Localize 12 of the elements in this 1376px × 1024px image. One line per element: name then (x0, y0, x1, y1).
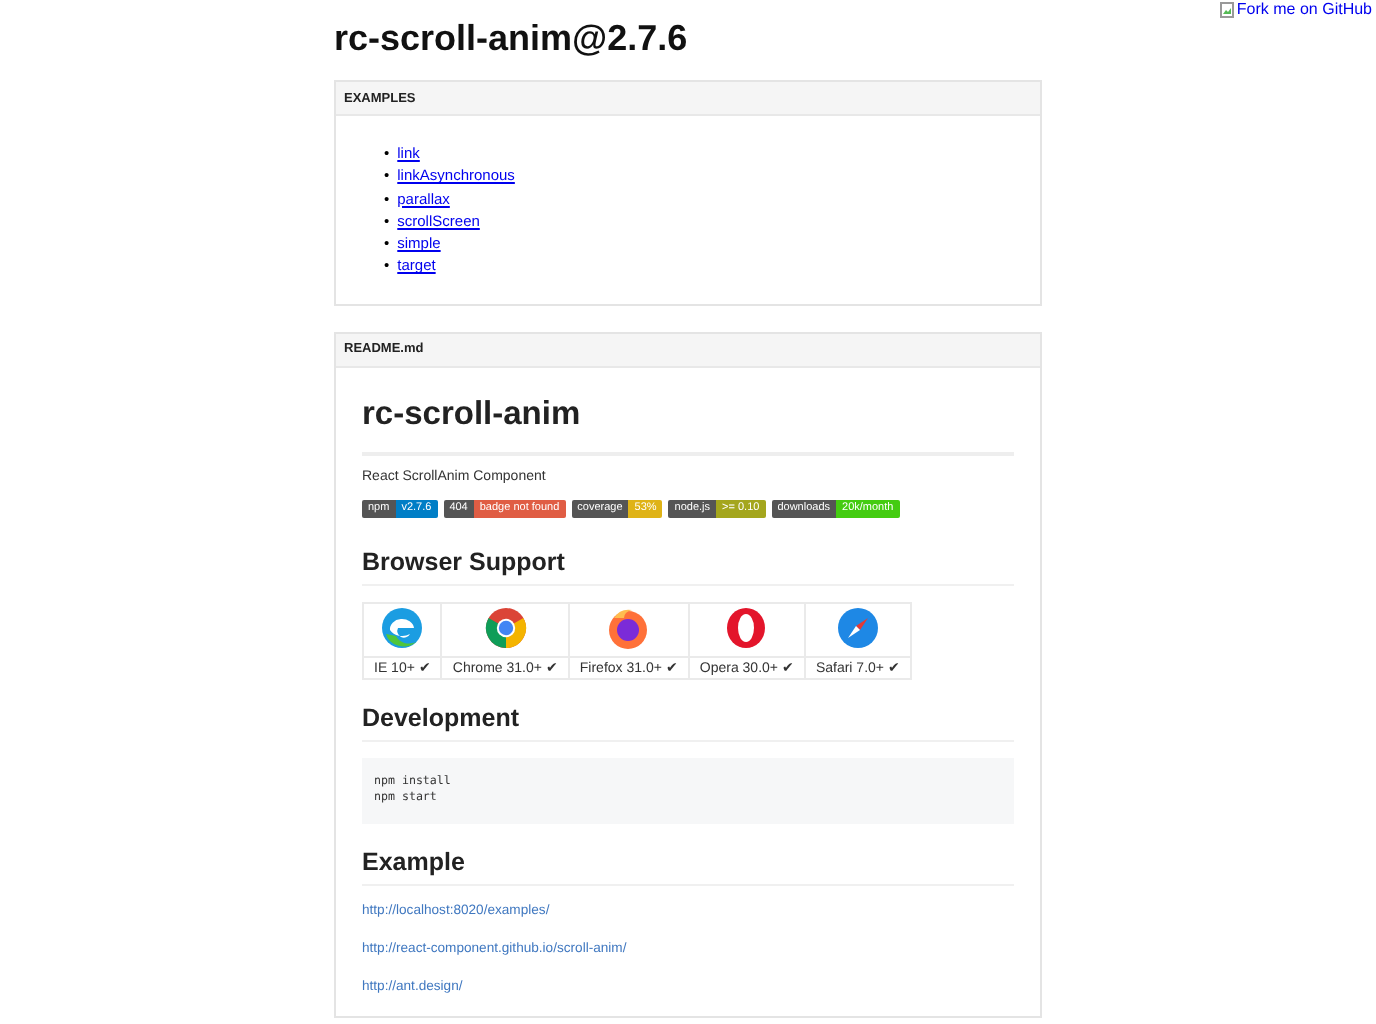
browser-logo-icon (724, 605, 769, 650)
browser-logo-icon (483, 605, 528, 650)
browser-logo-icon (380, 605, 425, 650)
section-heading: Browser Support (362, 547, 1014, 586)
broken-image-icon (1220, 1, 1235, 17)
browser-logo-icon (835, 605, 880, 650)
section-heading: Development (362, 703, 1014, 742)
section-heading: Example (362, 847, 1014, 886)
page-title: rc-scroll-anim@2.7.6 (334, 18, 690, 58)
browser-logo-icon (606, 605, 651, 650)
readme-title: rc-scroll-anim (362, 395, 1014, 456)
fork-link[interactable]: Fork me on GitHub (1220, 0, 1372, 18)
